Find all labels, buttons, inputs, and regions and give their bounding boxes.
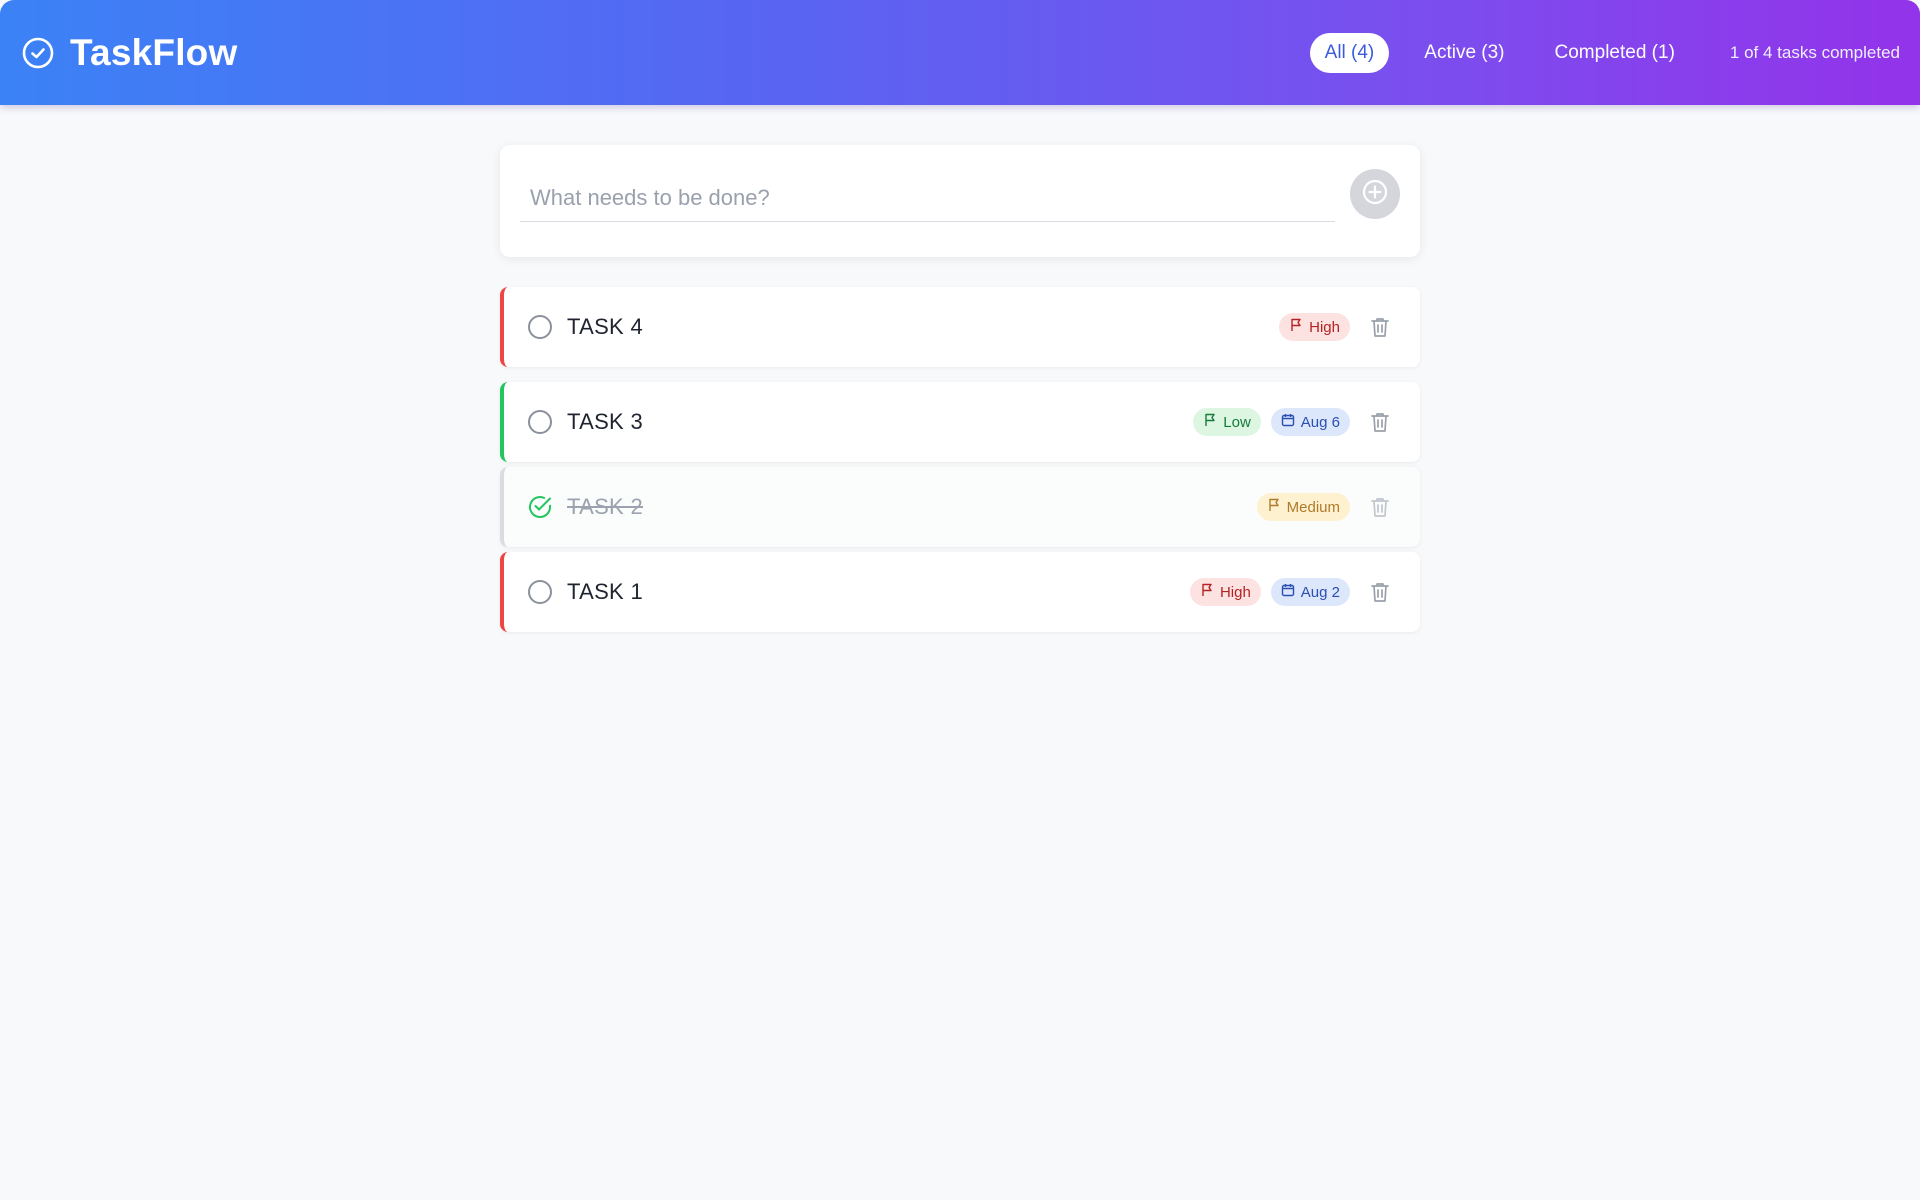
trash-icon[interactable]: [1368, 495, 1392, 519]
priority-badge: High: [1189, 578, 1261, 606]
task-badges: Low Aug 6: [1193, 408, 1350, 436]
flag-icon: [1200, 583, 1214, 601]
add-task-button[interactable]: [1350, 169, 1400, 219]
task-list: TASK 4 High TASK 3 Low Aug 6 TASK 2 Medi…: [500, 287, 1420, 632]
priority-label: Low: [1223, 413, 1251, 431]
app-title: TaskFlow: [70, 31, 238, 73]
new-task-input[interactable]: [520, 175, 1335, 222]
tab-completed[interactable]: Completed (1): [1540, 33, 1690, 73]
circle-icon[interactable]: [527, 314, 553, 340]
task-badges: High: [1279, 313, 1350, 341]
task-title: TASK 4: [567, 314, 643, 339]
calendar-icon: [1281, 583, 1295, 601]
flag-icon: [1267, 498, 1281, 516]
main-content: TASK 4 High: [500, 145, 1420, 647]
priority-badge: Medium: [1256, 493, 1350, 521]
priority-label: High: [1219, 583, 1251, 601]
trash-icon[interactable]: [1368, 580, 1392, 604]
brand: TaskFlow: [20, 32, 237, 74]
tab-active[interactable]: Active (3): [1409, 33, 1519, 73]
task-badges: High Aug 2: [1189, 578, 1350, 606]
task-item: TASK 1 High Aug 2: [500, 552, 1420, 632]
task-item: TASK 3 Low Aug 6: [500, 382, 1420, 462]
task-item: TASK 4 High: [500, 287, 1420, 367]
check-circle-icon: [20, 35, 56, 71]
due-date-badge: Aug 2: [1270, 578, 1350, 606]
tab-all[interactable]: All (4): [1309, 32, 1390, 73]
filter-tabs: All (4) Active (3) Completed (1) 1 of 4 …: [1290, 0, 1900, 105]
task-title: TASK 3: [567, 409, 643, 434]
flag-icon: [1203, 413, 1217, 431]
app-header: TaskFlow All (4) Active (3) Completed (1…: [0, 0, 1920, 105]
due-date-badge: Aug 6: [1270, 408, 1350, 436]
task-title: TASK 1: [567, 579, 643, 604]
plus-circle-icon: [1361, 178, 1389, 211]
priority-label: Medium: [1286, 498, 1340, 516]
task-badges: Medium: [1256, 493, 1350, 521]
due-date-label: Aug 2: [1300, 583, 1340, 601]
completion-summary: 1 of 4 tasks completed: [1729, 42, 1900, 62]
calendar-icon: [1281, 413, 1295, 431]
priority-label: High: [1309, 318, 1340, 336]
trash-icon[interactable]: [1368, 410, 1392, 434]
flag-icon: [1289, 318, 1303, 336]
task-title: TASK 2: [567, 494, 643, 519]
due-date-label: Aug 6: [1300, 413, 1340, 431]
task-item: TASK 2 Medium: [500, 467, 1420, 547]
check-circle-icon[interactable]: [527, 494, 553, 520]
app-window: TaskFlow All (4) Active (3) Completed (1…: [0, 0, 1920, 1200]
priority-badge: High: [1279, 313, 1350, 341]
circle-icon[interactable]: [527, 579, 553, 605]
priority-badge: Low: [1193, 408, 1261, 436]
trash-icon[interactable]: [1368, 315, 1392, 339]
circle-icon[interactable]: [527, 409, 553, 435]
add-task-card: [500, 145, 1420, 257]
